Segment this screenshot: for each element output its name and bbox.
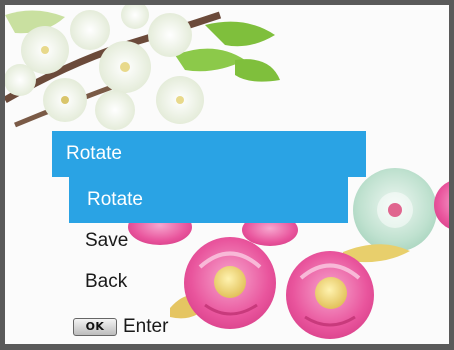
menu-item-back[interactable]: Back [85,262,127,302]
camera-screen: Rotate Rotate Save Back OK Enter [0,0,454,350]
enter-label: Enter [123,316,169,337]
menu-item-rotate[interactable]: Rotate [69,177,348,223]
menu-item-save[interactable]: Save [85,221,128,261]
footer-hint: OK Enter [73,312,168,342]
ok-button-icon: OK [73,318,117,336]
menu-title: Rotate [52,131,366,177]
